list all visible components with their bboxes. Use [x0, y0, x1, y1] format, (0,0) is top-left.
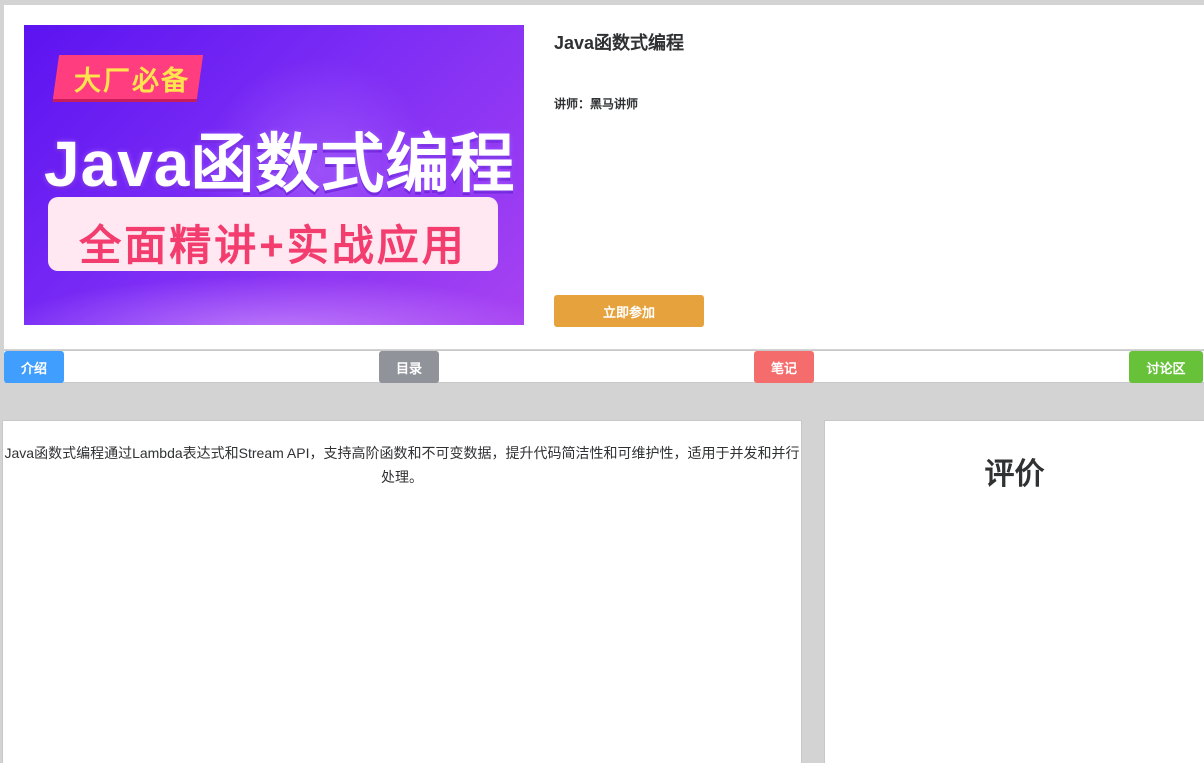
cover-stage-decoration — [24, 275, 524, 325]
intro-description: Java函数式编程通过Lambda表达式和Stream API，支持高阶函数和不… — [4, 445, 800, 485]
cover-banner-text: 全面精讲+实战应用 — [79, 222, 467, 269]
tab-discussion[interactable]: 讨论区 — [1129, 351, 1203, 383]
review-panel: 评价 — [824, 420, 1204, 763]
tab-catalog[interactable]: 目录 — [379, 351, 439, 383]
course-detail-page: 大厂必备 Java函数式编程 全面精讲+实战应用 Java函数式编程 讲师：黑马… — [0, 0, 1204, 763]
course-cover-image[interactable]: 大厂必备 Java函数式编程 全面精讲+实战应用 — [24, 25, 524, 325]
join-course-button[interactable]: 立即参加 — [554, 295, 704, 327]
review-title: 评价 — [984, 458, 1045, 491]
cover-title-text: Java函数式编程 — [44, 128, 516, 200]
course-header-card: 大厂必备 Java函数式编程 全面精讲+实战应用 Java函数式编程 讲师：黑马… — [4, 5, 1204, 349]
intro-panel: Java函数式编程通过Lambda表达式和Stream API，支持高阶函数和不… — [2, 420, 802, 763]
course-title: Java函数式编程 — [554, 33, 685, 53]
tab-notes[interactable]: 笔记 — [754, 351, 814, 383]
cover-badge-text: 大厂必备 — [74, 66, 190, 96]
course-tab-bar: 介绍 目录 笔记 讨论区 — [4, 350, 1204, 383]
course-teacher: 讲师：黑马讲师 — [554, 97, 639, 111]
tab-intro[interactable]: 介绍 — [4, 351, 64, 383]
